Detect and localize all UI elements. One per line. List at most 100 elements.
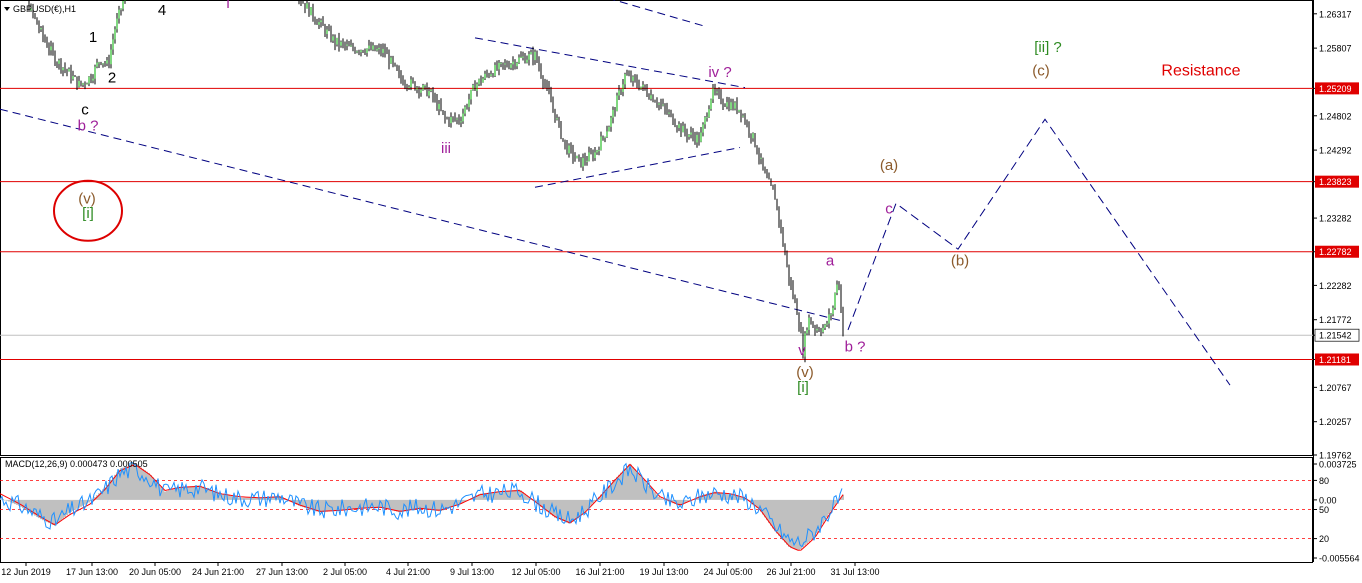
candle-bear [666,108,668,113]
time-tick-label: 24 Jul 05:00 [703,567,752,577]
macd-bar [254,497,256,500]
candle-bear [578,155,580,158]
candle-bull [368,45,370,49]
price-tick-label: 1.21772 [1319,315,1352,325]
candle-bull [642,84,644,87]
macd-bar [84,499,86,505]
candle-bull [112,39,114,50]
candle-bull [430,89,432,92]
macd-tick-label: 80 [1319,476,1329,486]
candle-bear [400,73,402,80]
candle-bull [706,117,708,119]
candle-bear [404,84,406,86]
macd-bar [620,472,622,500]
candle-bull [662,104,664,106]
macd-bar [168,490,170,500]
candle-bull [98,62,100,64]
candle-bull [836,284,838,294]
candle-bull [86,83,88,85]
macd-bar [804,499,806,546]
macd-bar [146,471,148,500]
macd-bar [814,499,816,537]
candle-bear [692,132,694,137]
candle-bear [34,13,36,18]
candle-bear [786,254,788,265]
resistance-label: Resistance [1161,63,1240,80]
candle-bear [660,103,662,105]
wave-label: iv ? [708,64,731,81]
macd-bar [572,499,574,522]
candle-bear [774,189,776,200]
candle-bear [304,3,306,9]
macd-bar [826,499,828,518]
macd-bar [6,499,8,501]
wave-label: iii [441,140,451,157]
candle-bull [608,126,610,132]
candle-bear [634,76,636,80]
candle-bull [340,41,342,46]
candle-bull [696,134,698,143]
candle-bear [722,102,724,106]
price-tick-label: 1.20257 [1319,417,1352,427]
candle-bear [560,122,562,139]
candle-bear [740,109,742,117]
candle-bear [544,83,546,85]
candle-bear [394,63,396,66]
candle-bear [344,43,346,46]
macd-bar [436,499,438,511]
candle-bear [564,139,566,145]
candle-bull [378,47,380,50]
candle-bear [754,133,756,147]
candle-bear [766,173,768,178]
candle-bear [764,167,766,174]
time-tick-label: 31 Jul 13:00 [830,567,879,577]
candle-bull [726,102,728,107]
candle-bear [54,52,56,64]
candle-bear [364,52,366,54]
candle-bear [540,67,542,77]
candle-bear [514,61,516,67]
candle-bear [396,65,398,71]
resistance-price-label: 1.25209 [1319,84,1352,94]
candle-bear [720,93,722,103]
candle-bear [780,222,782,230]
candle-bear [638,85,640,89]
candle-bear [814,326,816,331]
candle-bear [338,37,340,46]
macd-bar [4,499,6,501]
candle-bear [402,79,404,85]
candle-bear [36,17,38,25]
candle-bear [772,184,774,190]
candle-bear [328,29,330,31]
macd-bar [352,499,354,509]
macd-bar [586,499,588,511]
candle-bull [356,51,358,53]
macd-bar [400,499,402,513]
candle-bear [452,117,454,119]
candle-bull [94,66,96,79]
candle-bull [632,76,634,81]
candle-bear [434,97,436,99]
macd-bar [818,499,820,531]
macd-bar [368,499,370,508]
candle-bear [64,67,66,70]
candle-bull [760,157,762,159]
candle-bear [426,85,428,96]
macd-bar [726,493,728,500]
candle-bear [406,85,408,88]
candle-bull [472,84,474,90]
candle-bull [114,29,116,40]
wave-label: [ii] ? [1034,39,1062,56]
candle-bear [626,74,628,76]
candle-bull [708,109,710,118]
macd-bar [396,499,398,512]
candle-bear [714,87,716,93]
candle-bear [308,3,310,16]
time-tick-label: 27 Jun 13:00 [256,567,308,577]
candle-bull [606,131,608,137]
candle-bull [96,62,98,67]
macd-bar [634,469,636,500]
candle-bull [422,85,424,90]
macd-tick-label: 50 [1319,505,1329,515]
macd-bar [200,485,202,500]
